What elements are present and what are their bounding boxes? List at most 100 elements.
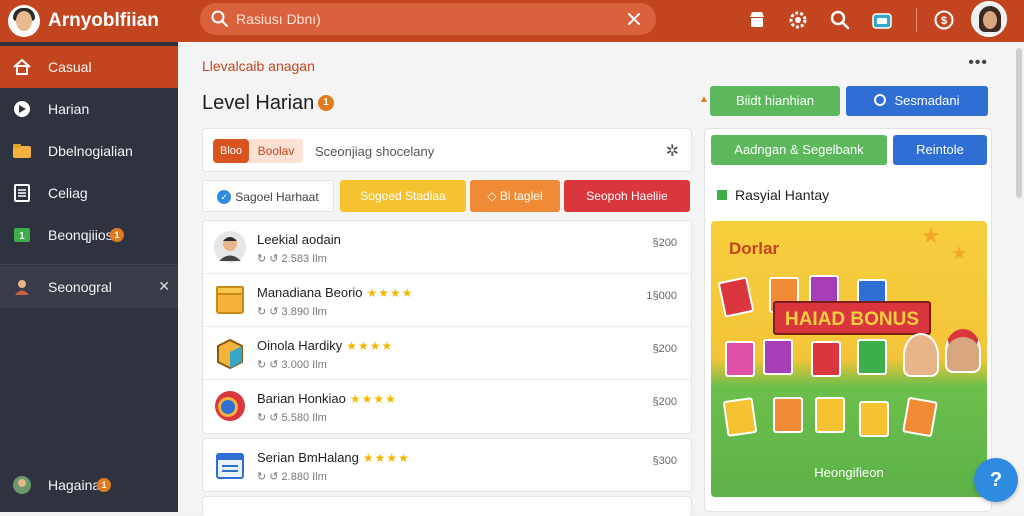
app-logo[interactable] [8,5,40,37]
sidebar-item-label: Dbelnogialian [48,143,133,159]
badge-icon: 1 [14,228,30,242]
list-item-value: 1§000 [646,290,677,302]
tag-orange-label: Bi taglel [499,189,543,203]
snack-pack-icon [763,339,793,375]
sidebar-item-harian[interactable]: Harian [0,88,178,130]
side-panel: Aadngan & Segelbank Reintole Rasyial Han… [704,128,992,512]
sidebar-item-label: Casual [48,59,92,75]
list-item[interactable]: Manadiana Beorio ★★★★ ↻ ↺ 3.890 Ilm 1§000 [203,274,691,327]
toolbar-divider [916,8,917,32]
snack-pack-icon [722,397,758,437]
primary-blue-button[interactable]: Sesmadani [846,86,988,116]
promo-headline: HAIAD BONUS [773,301,931,335]
search-input[interactable]: Rasiusı Dbnı) [200,3,656,35]
level-list: Leekial aodain ↻ ↺ 2.583 Ilm §200 Manadi… [202,220,692,434]
snack-pack-icon [902,396,938,438]
rating-stars: ★★★★ [366,286,414,300]
list-icon [14,184,30,202]
breadcrumb[interactable]: Llevalcaib anagan [202,58,315,74]
list-item-subtitle: ↻ ↺ 2.880 Ilm [257,471,327,483]
square-icon [717,190,727,200]
secondary-blue-button[interactable]: Reintole [893,135,987,165]
notification-badge: 1 [110,228,124,242]
folder-icon [13,144,31,158]
list-item-title: Manadiana Beorio ★★★★ [257,285,414,300]
child-portrait [945,329,981,373]
list-item-subtitle: ↻ ↺ 2.583 Ilm [257,253,327,265]
close-icon[interactable]: ✕ [158,278,170,295]
ball-icon [215,391,245,421]
snack-pack-icon [717,276,755,318]
list-item[interactable]: Serian BmHalang ★★★★ ↻ ↺ 2.880 Ilm §300 [203,439,691,492]
shop-icon[interactable] [745,8,769,32]
search-icon [211,10,228,27]
sidebar-divider [0,264,178,265]
list-item-subtitle: ↻ ↺ 3.000 Ilm [257,359,327,371]
panel-heading: Rasyial Hantay [717,187,829,203]
more-icon[interactable]: ••• [968,54,988,72]
sort-arrow-icon: ▲ [699,94,709,105]
primary-green-button[interactable]: Biidt hianhian [710,86,840,116]
list-item-title: Leekial aodain [257,232,341,247]
sidebar-footer-item[interactable]: Hagainan 1 [0,464,178,506]
page-title: Level Harian [202,92,315,114]
list-item-value: §200 [652,396,677,408]
search-icon[interactable] [828,8,852,32]
svg-text:1: 1 [19,231,25,242]
list-item-title: Barian Honkiao ★★★★ [257,391,397,406]
rating-stars: ★★★★ [349,392,397,406]
filter-chip[interactable]: Bloo [213,139,249,163]
gift-icon[interactable] [870,8,894,32]
sidebar-item-label: Beonqjiios [48,227,113,243]
scrollbar[interactable] [1016,48,1022,198]
avatar-icon [15,280,29,295]
tag-orange[interactable]: ◇ Bi taglel [470,180,560,212]
list-item-value: §200 [652,343,677,355]
tag-white[interactable]: ✓ Sagoel Harhaat [202,180,334,212]
main-content: Llevalcaib anagan ••• Level Harian 1 ▲ B… [178,42,1024,516]
filter-chip-soft[interactable]: Boolav [249,139,303,163]
tag-red[interactable]: Seopoh Haeliie [564,180,690,212]
sidebar-item-beonqjiios[interactable]: 1 Beonqjiios 1 [0,214,178,256]
sparkle-icon[interactable]: ✲ [666,141,679,161]
snack-pack-icon [859,401,889,437]
snack-pack-icon [857,339,887,375]
snack-pack-icon [773,397,803,433]
promo-banner[interactable]: Dorlar ★ ★ HAIAD BONUS Heongifieon [711,221,987,497]
list-item[interactable]: Barian Honkiao ★★★★ ↻ ↺ 5.580 Ilm §200 [203,380,691,433]
child-portrait [903,333,939,377]
coin-icon[interactable]: $ [932,8,956,32]
tag-yellow[interactable]: Sogoed Stadiaa [340,180,466,212]
home-icon [13,58,31,75]
list-item-subtitle: ↻ ↺ 5.580 Ilm [257,412,327,424]
star-icon: ★ [951,243,968,263]
top-bar: Arnyoblfiian Rasiusı Dbnı) $ [0,0,1024,42]
promo-label: Dorlar [729,239,780,258]
snack-pack-icon [725,341,755,377]
search-text: Rasiusı Dbnı) [236,11,321,27]
sidebar-item-casual[interactable]: Casual [0,46,178,88]
svg-text:$: $ [941,15,947,27]
rating-stars: ★★★★ [346,339,394,353]
rating-stars: ★★★★ [362,451,410,465]
list-item[interactable]: Oinola Hardiky ★★★★ ↻ ↺ 3.000 Ilm §200 [203,327,691,380]
gear-icon[interactable] [786,8,810,32]
avatar-icon [214,231,246,263]
help-button[interactable]: ? [974,458,1018,502]
list-item[interactable]: Leekial aodain ↻ ↺ 2.583 Ilm §200 [203,221,691,274]
box-icon [216,286,244,314]
snack-pack-icon [811,341,841,377]
sidebar-item-label: Harian [48,101,90,117]
user-avatar[interactable] [971,1,1007,37]
sidebar-item-celiag[interactable]: Celiag [0,172,178,214]
circle-icon [874,94,887,106]
clear-icon[interactable] [624,9,644,29]
notification-badge: 1 [97,478,111,492]
filter-text: Sceonjiag shocelany [315,144,435,159]
list-item-title: Oinola Hardiky ★★★★ [257,338,394,353]
sidebar-item-dbelnogialian[interactable]: Dbelnogialian [0,130,178,172]
sidebar-item-seonogral[interactable]: Seonogral ✕ [0,266,178,308]
secondary-green-button[interactable]: Aadngan & Segelbank [711,135,887,165]
cube-icon [217,338,243,370]
check-icon: ✓ [217,190,232,204]
